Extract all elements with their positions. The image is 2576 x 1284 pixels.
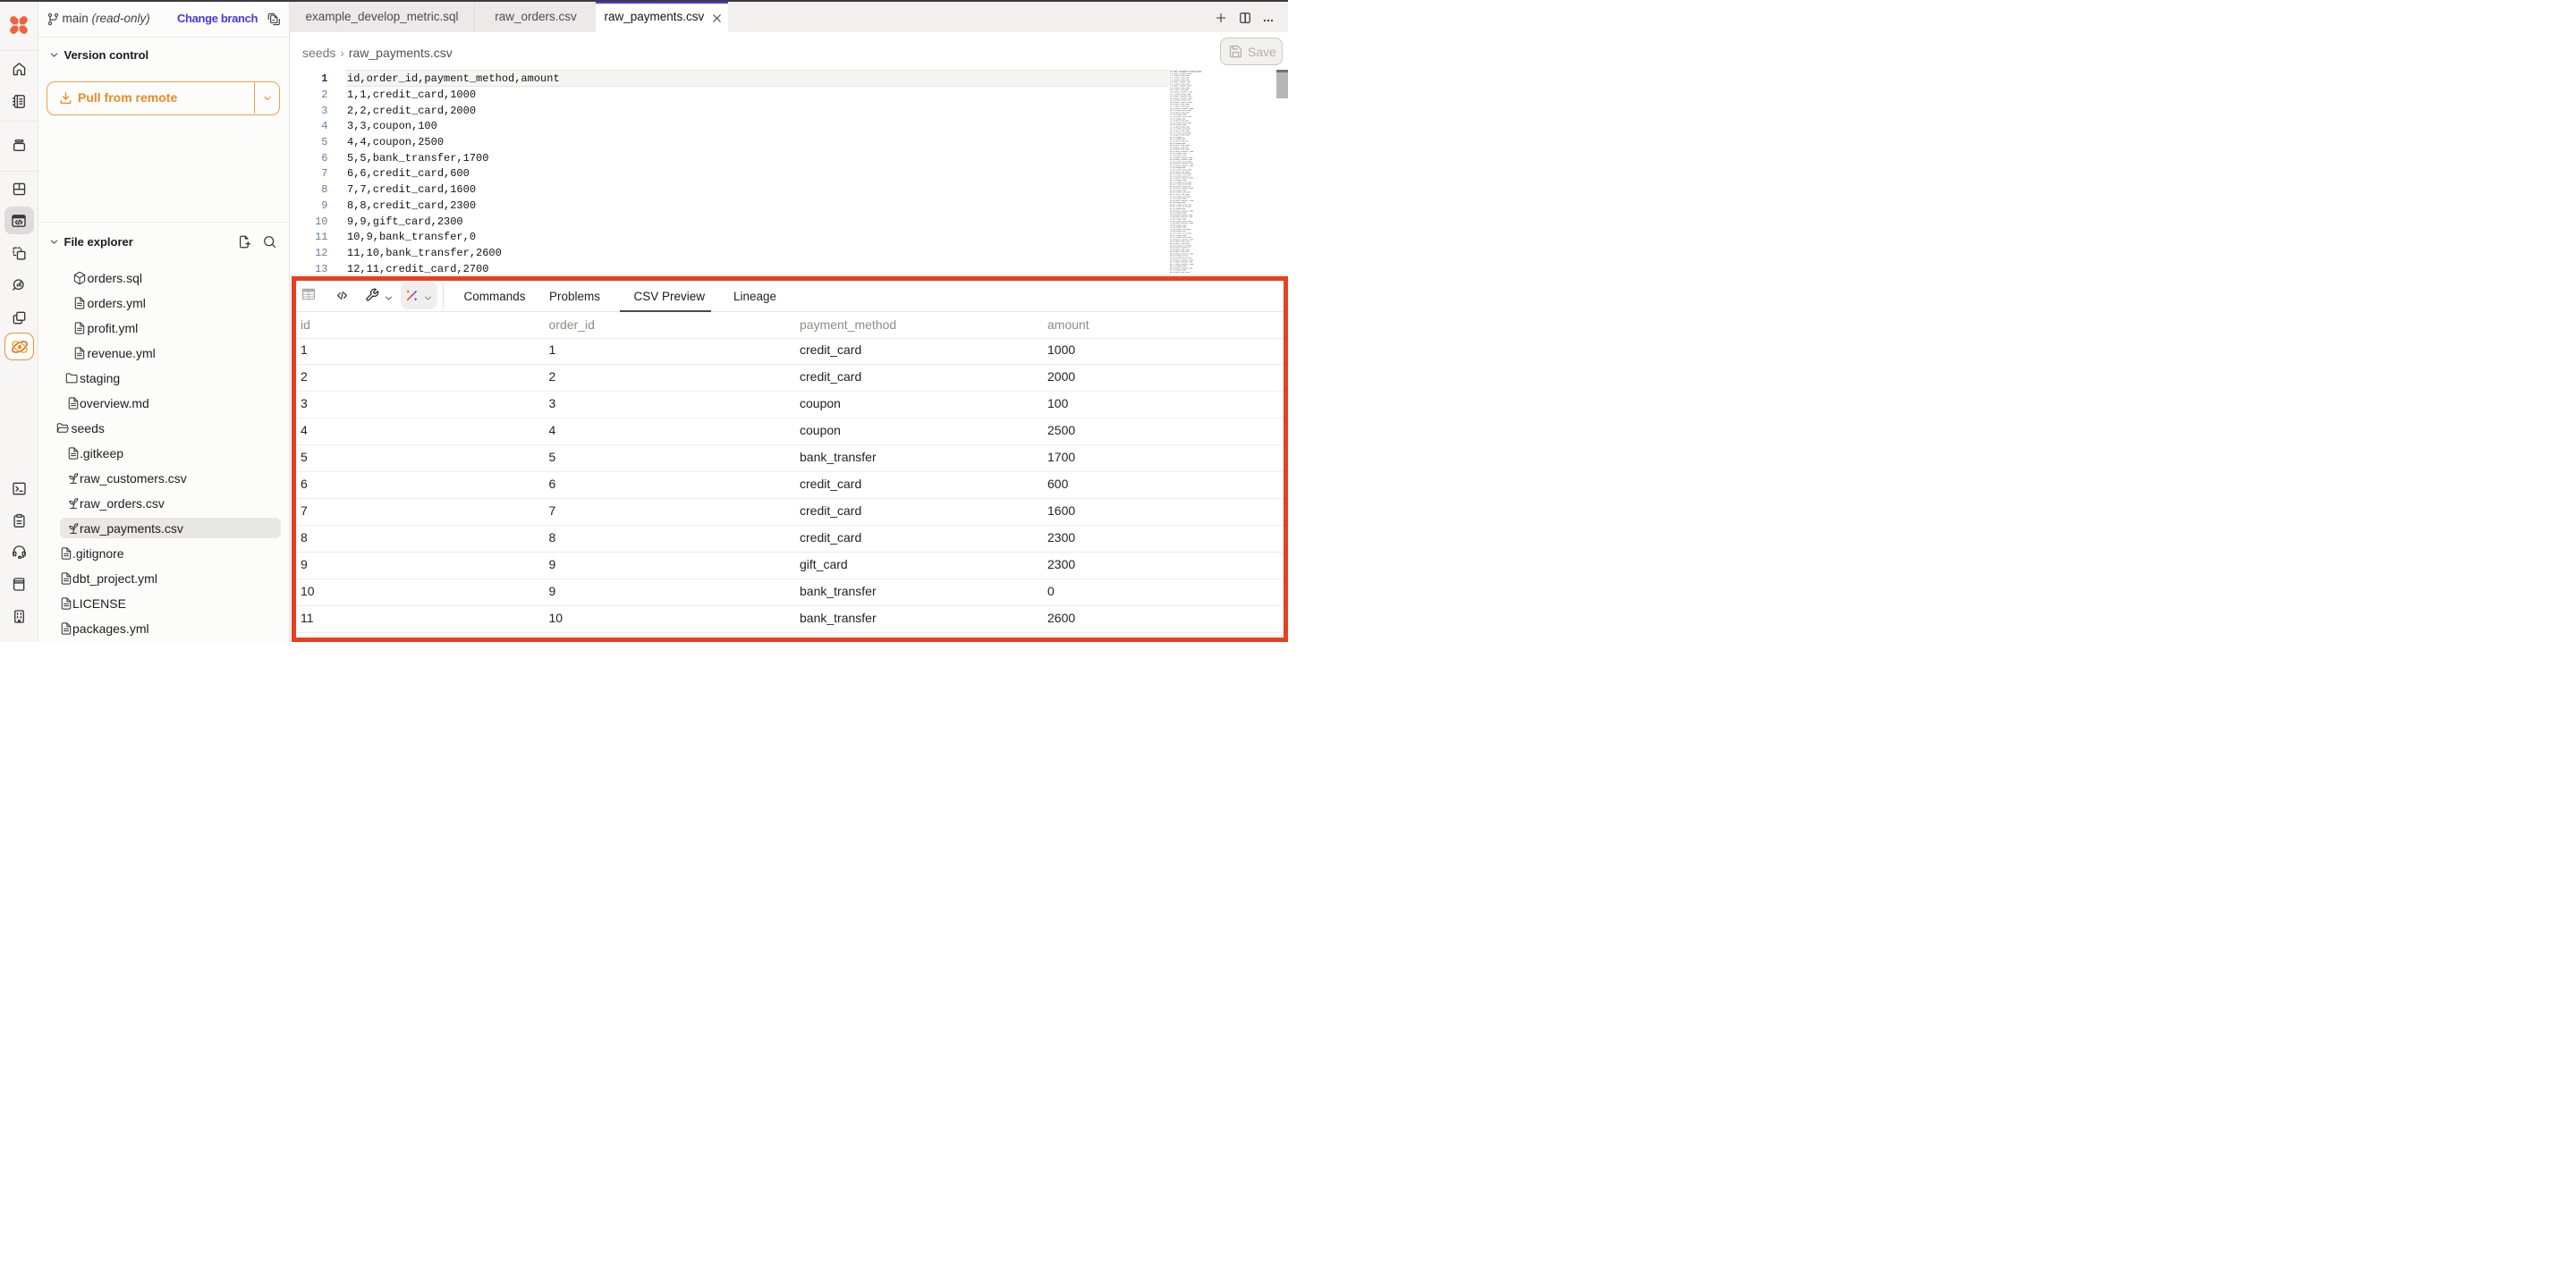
svg-text:98,75,gift_card,2200: 98,75,gift_card,2200: [1170, 272, 1190, 274]
